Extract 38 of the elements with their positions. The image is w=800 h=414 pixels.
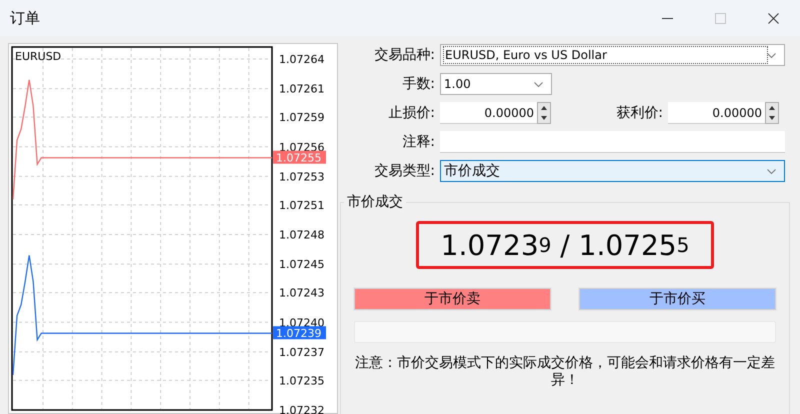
chevron-down-icon	[534, 82, 543, 86]
spinner-button[interactable]	[537, 102, 551, 124]
price-quote: 1.07239 / 1.07255	[416, 221, 714, 269]
chevron-down-icon	[767, 168, 776, 174]
price-scale-label: 1.07251	[279, 198, 324, 212]
chevron-down-icon	[767, 52, 776, 58]
sell-button[interactable]: 于市价卖	[354, 288, 551, 310]
group-title: 市价成交	[346, 193, 404, 211]
price-field[interactable]: 0.00000	[668, 102, 765, 124]
order-type-dropdown[interactable]: 市价成交	[440, 160, 785, 182]
chart-title: EURUSD	[15, 50, 62, 63]
bid-price-tag: 1.07239	[273, 326, 326, 340]
buy-button[interactable]: 于市价买	[579, 288, 776, 310]
comment-field[interactable]	[440, 131, 785, 153]
price-scale-label: 1.07253	[279, 170, 324, 184]
field-label: 注释:	[401, 133, 435, 151]
field-label: 交易品种:	[373, 46, 435, 64]
price-scale-label: 1.07259	[279, 111, 324, 124]
field-label: 获利价:	[615, 104, 663, 122]
spinner-button[interactable]	[765, 102, 779, 124]
field-label: 止损价:	[387, 104, 435, 122]
volume-dropdown[interactable]: 1.00	[440, 73, 552, 95]
window-title: 订单	[9, 8, 41, 28]
price-scale-label: 1.07261	[279, 82, 324, 96]
price-scale-label: 1.07232	[279, 404, 324, 414]
notice-text: 注意：市价交易模式下的实际成交价格，可能会和请求价格有一定差异！	[354, 355, 776, 389]
price-scale-label: 1.07237	[279, 346, 324, 359]
close-icon[interactable]	[768, 12, 779, 24]
field-label: 交易类型:	[373, 162, 435, 180]
price-field[interactable]: 0.00000	[440, 102, 537, 124]
ask-price-tag: 1.07255	[273, 150, 326, 165]
price-scale-label: 1.07245	[279, 258, 324, 272]
price-scale-label: 1.07264	[279, 53, 324, 66]
field-label: 手数:	[401, 75, 435, 93]
price-scale-label: 1.07243	[279, 286, 324, 300]
price-scale-label: 1.07235	[279, 374, 324, 388]
symbol-dropdown[interactable]: EURUSD, Euro vs US Dollar	[440, 44, 785, 66]
price-scale-label: 1.07248	[279, 228, 324, 242]
